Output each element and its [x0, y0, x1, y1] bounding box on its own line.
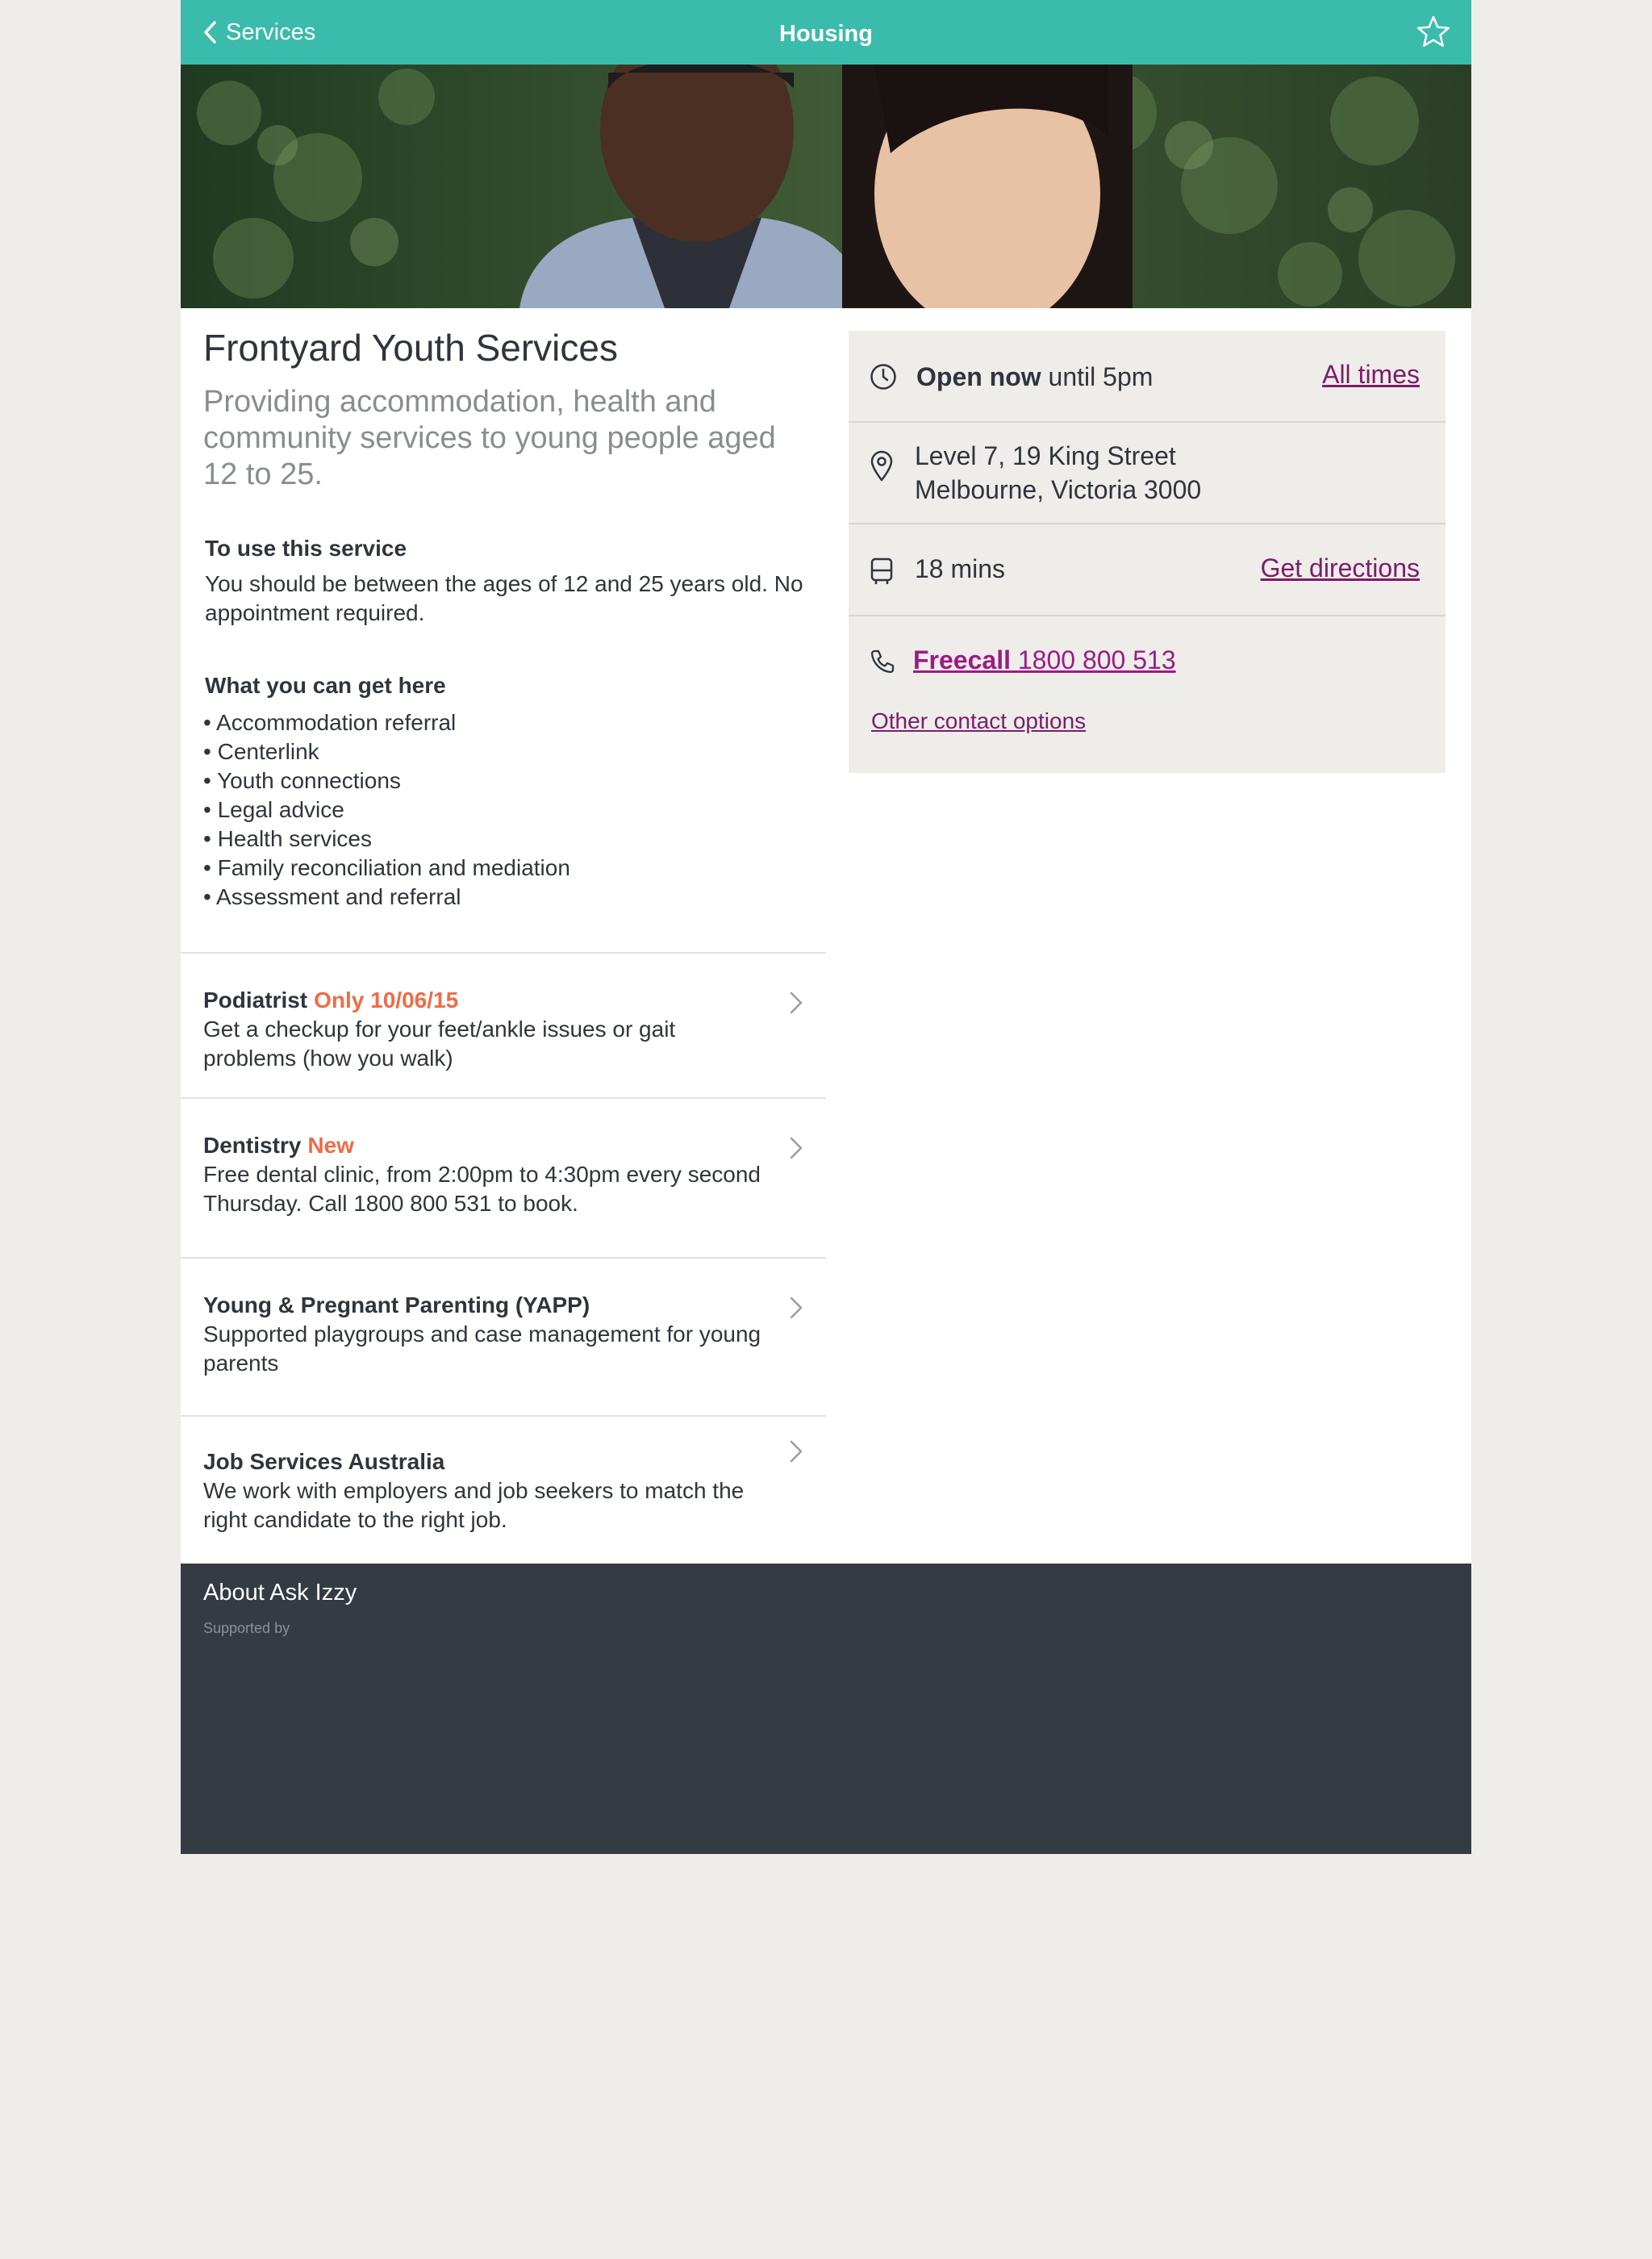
service-item-tag: New	[307, 1133, 354, 1158]
star-icon[interactable]	[1416, 15, 1450, 48]
bus-icon	[870, 557, 893, 584]
phone-number-link[interactable]: Freecall 1800 800 513	[913, 645, 1176, 675]
address-line-2: Melbourne, Victoria 3000	[915, 475, 1202, 504]
service-description: Providing accommodation, health and comm…	[203, 385, 776, 491]
service-item-dentistry[interactable]: Dentistry New Free dental clinic, from 2:…	[181, 1097, 826, 1257]
chevron-right-icon	[790, 992, 803, 1014]
hero-image	[181, 65, 1471, 308]
travel-time: 18 mins	[915, 554, 1006, 583]
service-item-description: Supported playgroups and case management…	[203, 1322, 761, 1376]
service-item-title: Dentistry New	[203, 1133, 354, 1158]
service-item-description: Free dental clinic, from 2:00pm to 4:30p…	[203, 1162, 761, 1216]
phone-icon	[870, 649, 895, 674]
service-item-description: We work with employers and job seekers t…	[203, 1478, 745, 1532]
other-services-list: Podiatrist Only 10/06/15 Get a checkup fo…	[181, 952, 826, 1564]
eligibility-text: You should be between the ages of 12 and…	[205, 571, 803, 625]
about-link[interactable]: About Ask Izzy	[203, 1580, 357, 1606]
eligibility-heading: To use this service	[205, 536, 407, 561]
service-item-podiatrist[interactable]: Podiatrist Only 10/06/15 Get a checkup fo…	[181, 952, 826, 1097]
address-row: Level 7, 19 King Street Melbourne, Victo…	[849, 423, 1446, 524]
list-item: Health services	[203, 825, 570, 854]
service-page: Services Housing Frontyard Youth Service…	[181, 0, 1471, 1854]
chevron-right-icon	[790, 1137, 803, 1159]
map-pin-icon	[870, 450, 893, 482]
travel-row: 18 mins Get directions	[849, 524, 1446, 616]
list-item: Assessment and referral	[203, 883, 570, 912]
service-item-title: Job Services Australia	[203, 1449, 445, 1474]
service-info-panel: Open now until 5pm All times Level 7, 19…	[849, 331, 1446, 773]
service-item-tag: Only 10/06/15	[314, 988, 459, 1013]
supported-by-label: Supported by	[203, 1620, 290, 1636]
page-category-title: Housing	[779, 21, 873, 47]
service-item-title: Podiatrist Only 10/06/15	[203, 988, 459, 1013]
clock-icon	[870, 364, 896, 390]
list-item: Youth connections	[203, 766, 570, 795]
service-item-yapp[interactable]: Young & Pregnant Parenting (YAPP) Suppor…	[181, 1257, 826, 1415]
address-line-1: Level 7, 19 King Street	[915, 441, 1176, 470]
top-bar: Services Housing	[181, 0, 1471, 65]
service-item-title: Young & Pregnant Parenting (YAPP)	[203, 1292, 590, 1317]
footer: About Ask Izzy Supported by	[181, 1564, 1471, 1854]
chevron-right-icon	[790, 1440, 803, 1463]
offerings-heading: What you can get here	[205, 673, 446, 698]
all-times-link[interactable]: All times	[1322, 360, 1420, 390]
offerings-list: Accommodation referral Centerlink Youth …	[203, 708, 570, 912]
list-item: Family reconciliation and mediation	[203, 854, 570, 883]
list-item: Accommodation referral	[203, 708, 570, 737]
service-item-job-services[interactable]: Job Services Australia We work with empl…	[181, 1415, 826, 1564]
contact-row: Freecall 1800 800 513	[849, 616, 1446, 773]
service-item-description: Get a checkup for your feet/ankle issues…	[203, 1017, 676, 1071]
service-title: Frontyard Youth Services	[203, 327, 618, 369]
other-contact-options-link[interactable]: Other contact options	[871, 708, 1086, 734]
opening-hours-row: Open now until 5pm All times	[849, 331, 1446, 423]
get-directions-link[interactable]: Get directions	[1261, 553, 1420, 583]
list-item: Legal advice	[203, 795, 570, 825]
open-status: Open now until 5pm	[916, 362, 1153, 391]
chevron-right-icon	[790, 1297, 803, 1319]
list-item: Centerlink	[203, 737, 570, 766]
